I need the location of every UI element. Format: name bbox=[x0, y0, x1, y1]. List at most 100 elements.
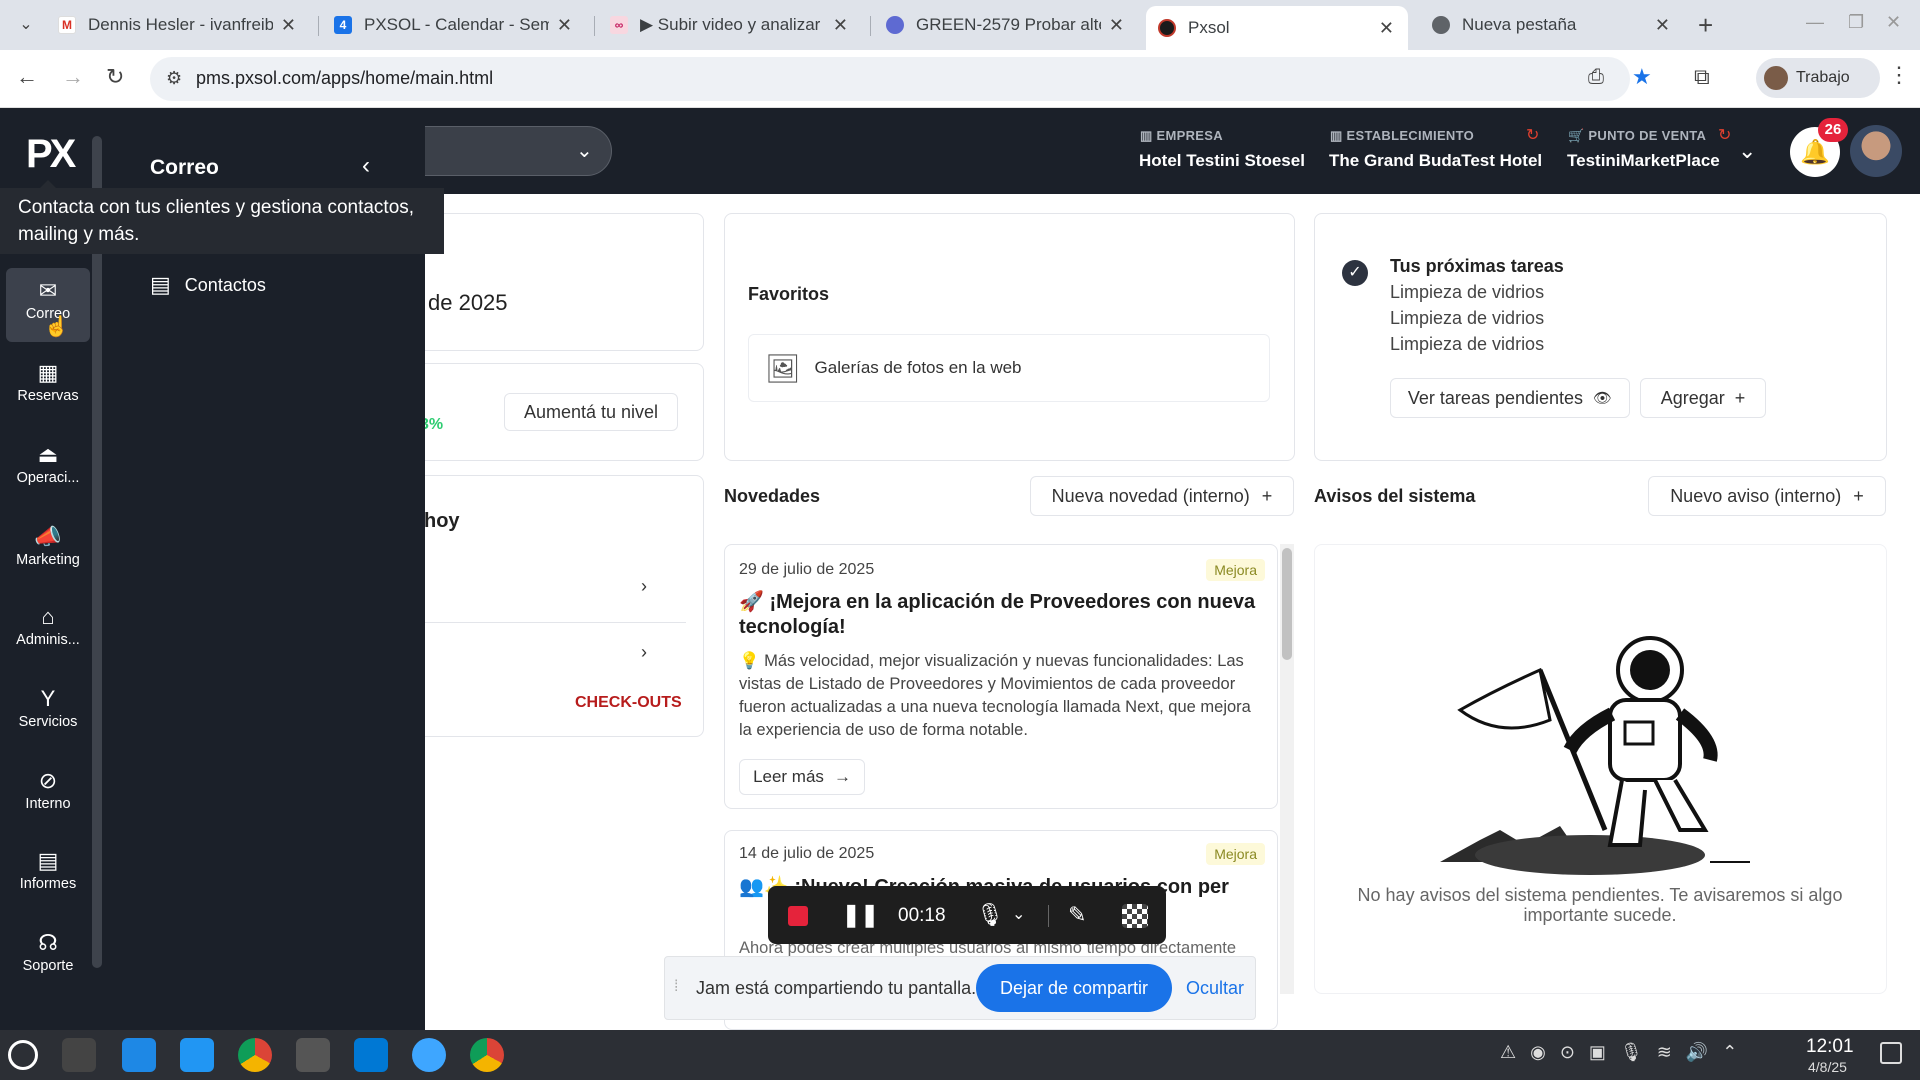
pause-icon[interactable]: ❚❚ bbox=[842, 902, 879, 928]
rail-item-administracion[interactable]: ⌂ Adminis... bbox=[0, 596, 96, 672]
files-app-icon[interactable] bbox=[180, 1038, 214, 1072]
console-app-icon[interactable] bbox=[296, 1038, 330, 1072]
tab-linear[interactable]: GREEN-2579 Probar alte ✕ bbox=[874, 6, 1138, 44]
sync-icon[interactable]: ↻ bbox=[1718, 125, 1731, 145]
establecimiento-label: ▥ ESTABLECIMIENTO bbox=[1330, 128, 1475, 143]
task-item[interactable]: Limpieza de vidrios bbox=[1390, 308, 1544, 329]
clock-time[interactable]: 12:01 bbox=[1806, 1036, 1854, 1058]
drawer-title: Correo bbox=[150, 156, 219, 179]
chrome-app-icon[interactable] bbox=[238, 1038, 272, 1072]
rail-item-informes[interactable]: ▤ Informes bbox=[0, 840, 96, 916]
bell-service-icon: ⏏ bbox=[37, 442, 59, 467]
chevron-down-icon[interactable]: ⌄ bbox=[1012, 904, 1025, 924]
close-icon[interactable]: ✕ bbox=[557, 15, 572, 36]
news-title[interactable]: 🚀 ¡Mejora en la aplicación de Proveedore… bbox=[739, 590, 1257, 640]
task-item[interactable]: Limpieza de vidrios bbox=[1390, 282, 1544, 303]
stop-sharing-button[interactable]: Dejar de compartir bbox=[976, 964, 1172, 1012]
chevron-right-icon[interactable]: › bbox=[641, 576, 647, 597]
novedades-title: Novedades bbox=[724, 486, 821, 506]
task-item[interactable]: Limpieza de vidrios bbox=[1390, 334, 1544, 355]
close-icon[interactable]: ✕ bbox=[1655, 15, 1670, 36]
close-icon[interactable]: ✕ bbox=[1379, 18, 1394, 39]
nuevo-aviso-button[interactable]: Nuevo aviso (interno) + bbox=[1648, 476, 1886, 516]
favorite-item[interactable]: 🖼 Galerías de fotos en la web bbox=[748, 334, 1270, 402]
sidebar-item-contactos[interactable]: ▤ Contactos bbox=[150, 272, 266, 298]
extensions-icon[interactable]: ⧉ bbox=[1694, 64, 1710, 90]
bookmark-star-icon[interactable]: ★ bbox=[1632, 64, 1652, 90]
site-info-icon[interactable]: ⚙ bbox=[166, 68, 182, 89]
rail-item-marketing[interactable]: 📣 Marketing bbox=[0, 516, 96, 592]
close-icon[interactable]: ✕ bbox=[833, 15, 848, 36]
window-close-icon[interactable]: ✕ bbox=[1886, 12, 1901, 33]
leer-mas-button[interactable]: Leer más → bbox=[739, 759, 865, 795]
plus-icon: + bbox=[1261, 485, 1273, 506]
rail-item-reservas[interactable]: ▦ Reservas bbox=[0, 352, 96, 428]
level-up-button[interactable]: Aumentá tu nivel bbox=[504, 393, 678, 431]
sync-icon[interactable]: ↻ bbox=[1526, 125, 1539, 145]
tab-pxsol[interactable]: Pxsol ✕ bbox=[1146, 6, 1408, 50]
blur-icon[interactable] bbox=[1122, 904, 1148, 928]
chevron-right-icon[interactable]: › bbox=[641, 642, 647, 663]
app-icon[interactable] bbox=[412, 1038, 446, 1072]
establecimiento-value[interactable]: The Grand BudaTest Hotel bbox=[1329, 151, 1542, 171]
video-icon: ∞ bbox=[610, 16, 628, 34]
rail-item-soporte[interactable]: ☊ Soporte bbox=[0, 922, 96, 998]
profile-button[interactable]: Trabajo bbox=[1756, 58, 1880, 98]
tab-video[interactable]: ∞ ▶ Subir video y analizar ✕ bbox=[598, 6, 862, 44]
contacts-icon: ▤ bbox=[150, 272, 171, 297]
user-avatar[interactable] bbox=[1850, 125, 1902, 177]
plus-icon: + bbox=[1853, 485, 1864, 506]
store-app-icon[interactable] bbox=[122, 1038, 156, 1072]
tab-calendar[interactable]: 4 PXSOL - Calendar - Sem ✕ bbox=[322, 6, 586, 44]
minimize-icon[interactable]: — bbox=[1806, 12, 1824, 33]
vscode-app-icon[interactable] bbox=[354, 1038, 388, 1072]
empresa-value[interactable]: Hotel Testini Stoesel bbox=[1139, 151, 1305, 171]
checkouts-label[interactable]: CHECK-OUTS bbox=[575, 694, 682, 712]
news-scrollbar[interactable] bbox=[1280, 544, 1294, 994]
share-status-text: Jam está compartiendo tu pantalla. bbox=[696, 978, 977, 998]
notifications-panel-icon[interactable] bbox=[1880, 1042, 1902, 1064]
nueva-novedad-button[interactable]: Nueva novedad (interno) + bbox=[1030, 476, 1294, 516]
tab-nueva[interactable]: Nueva pestaña ✕ bbox=[1420, 6, 1684, 44]
chevron-down-icon[interactable]: ⌄ bbox=[1738, 138, 1756, 164]
stop-record-icon[interactable] bbox=[788, 906, 808, 926]
browser-menu-icon[interactable]: ⋮ bbox=[1888, 62, 1910, 88]
rail-item-servicios[interactable]: Y Servicios bbox=[0, 678, 96, 754]
hide-share-button[interactable]: Ocultar bbox=[1186, 978, 1244, 999]
new-tab-icon[interactable]: + bbox=[1698, 10, 1713, 41]
terminal-app-icon[interactable] bbox=[62, 1038, 96, 1072]
pxsol-logo[interactable]: PX bbox=[26, 132, 76, 177]
date-fragment: de 2025 bbox=[428, 290, 508, 315]
tab-search-icon[interactable]: ⌄ bbox=[14, 14, 38, 38]
collapse-chevron-icon[interactable]: ‹ bbox=[362, 152, 370, 180]
url-text[interactable]: pms.pxsol.com/apps/home/main.html bbox=[196, 68, 493, 89]
reload-icon[interactable]: ↻ bbox=[106, 64, 124, 90]
punto-venta-label: 🛒 PUNTO DE VENTA bbox=[1568, 128, 1707, 143]
agregar-tarea-button[interactable]: Agregar + bbox=[1640, 378, 1766, 418]
maximize-icon[interactable]: ❐ bbox=[1848, 12, 1864, 33]
forward-icon[interactable]: → bbox=[62, 64, 84, 90]
linear-icon bbox=[886, 16, 904, 34]
chevron-down-icon[interactable]: ⌄ bbox=[576, 138, 593, 163]
launcher-icon[interactable] bbox=[8, 1040, 38, 1070]
install-app-icon[interactable]: ⎙ bbox=[1588, 66, 1604, 89]
eye-icon: 👁 bbox=[1593, 390, 1613, 407]
punto-venta-value[interactable]: TestiniMarketPlace bbox=[1567, 151, 1720, 171]
drag-handle-icon[interactable]: ⁞ bbox=[674, 978, 678, 996]
close-icon[interactable]: ✕ bbox=[281, 15, 296, 36]
pen-icon[interactable]: ✎ bbox=[1068, 902, 1086, 928]
clock-date[interactable]: 4/8/25 bbox=[1808, 1059, 1847, 1075]
back-icon[interactable]: ← bbox=[16, 64, 38, 90]
rail-item-operaciones[interactable]: ⏏ Operaci... bbox=[0, 434, 96, 510]
ver-tareas-button[interactable]: Ver tareas pendientes 👁 bbox=[1390, 378, 1630, 418]
tareas-title: Tus próximas tareas bbox=[1390, 256, 1564, 276]
close-icon[interactable]: ✕ bbox=[1109, 15, 1124, 36]
rail-item-interno[interactable]: ⊘ Interno bbox=[0, 760, 96, 836]
pxsol-icon bbox=[1158, 19, 1176, 37]
chrome-app-icon[interactable] bbox=[470, 1038, 504, 1072]
system-tray-icons[interactable]: ⚠◉⊙▣🎙≋🔊⌃ bbox=[1500, 1042, 1751, 1063]
avatar bbox=[1764, 66, 1788, 90]
tab-gmail[interactable]: M Dennis Hesler - ivanfreib ✕ bbox=[46, 6, 310, 44]
microphone-icon[interactable]: 🎙 bbox=[976, 902, 1004, 928]
news-body: 💡 Más velocidad, mejor visualización y n… bbox=[739, 652, 1251, 739]
